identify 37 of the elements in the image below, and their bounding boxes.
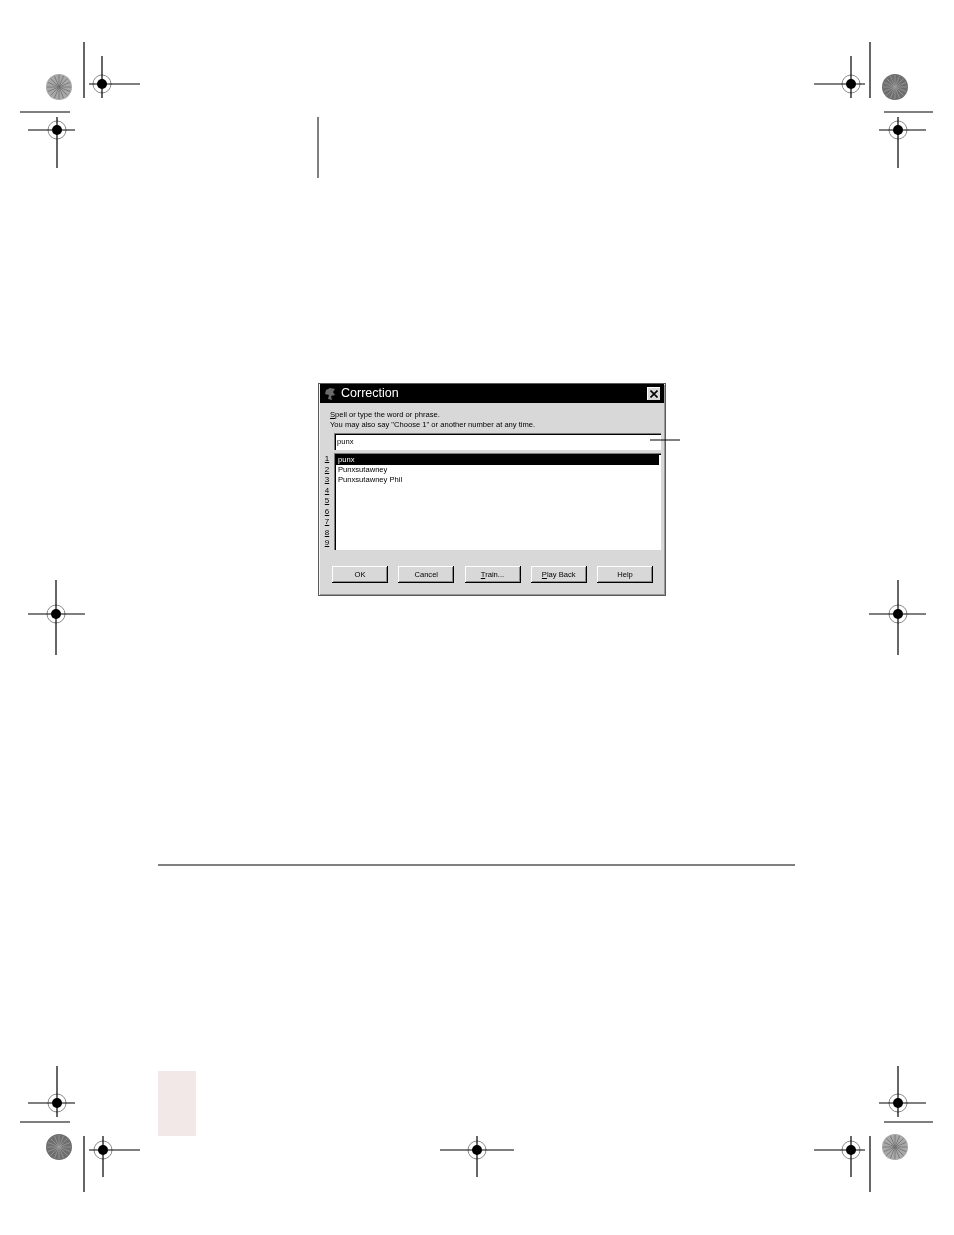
choice-number: 6 [323,506,331,517]
registration-mark-icon [813,1135,866,1178]
crop-mark [869,41,871,99]
starburst-icon [46,1134,72,1160]
registration-mark-icon [27,579,86,656]
crop-mark [883,111,934,113]
crop-mark [19,1121,71,1123]
window-title: Correction [341,385,400,402]
registration-mark-icon [27,1065,76,1118]
leader-line [649,439,681,441]
close-icon [650,389,658,398]
starburst-icon [882,1134,908,1160]
close-button[interactable] [647,386,661,401]
choice-number: 3 [323,475,331,486]
starburst-icon [882,74,908,100]
registration-mark-icon [88,55,141,99]
crop-mark [869,1135,871,1193]
choice-number: 5 [323,496,331,507]
choice-number: 8 [323,527,331,538]
choice-number: 9 [323,538,331,549]
registration-mark-icon [868,579,927,656]
starburst-icon [46,74,72,100]
crop-mark [83,1135,85,1193]
crop-mark [83,41,85,99]
registration-mark-icon [88,1135,141,1178]
registration-mark-icon [813,55,866,99]
registration-mark-icon [27,116,76,169]
crop-mark [19,111,71,113]
choice-number: 7 [323,517,331,528]
choice-number: 1 [323,454,331,465]
choice-number: 4 [323,485,331,496]
registration-mark-icon [439,1135,515,1178]
logo-icon [325,387,336,400]
registration-mark-icon [878,1065,927,1118]
crop-mark [883,1121,934,1123]
choice-number: 2 [323,464,331,475]
registration-mark-icon [878,116,927,169]
